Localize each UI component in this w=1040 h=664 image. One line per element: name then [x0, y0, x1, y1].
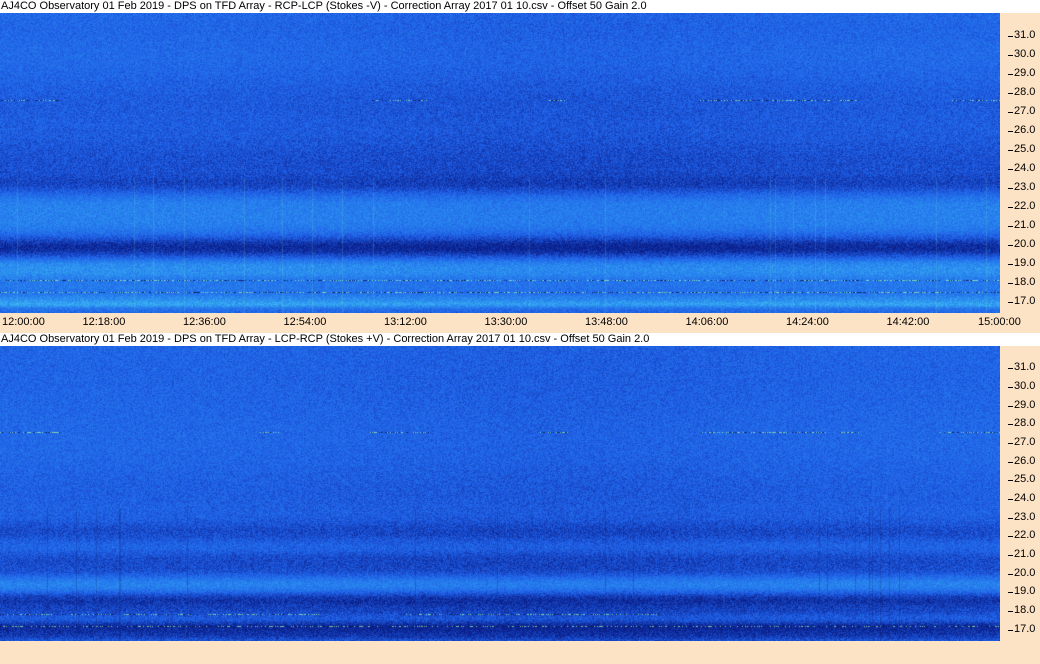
- spectrogram-plot-top: [0, 13, 1000, 313]
- bottom-axis-strip: [0, 641, 1040, 664]
- time-tick-label: 12:18:00: [82, 316, 126, 328]
- frequency-tick-label: 26.0: [1007, 454, 1036, 467]
- spectrogram-heatmap-bottom: [0, 346, 1000, 641]
- frequency-tick-label: 25.0: [1007, 473, 1036, 486]
- frequency-tick-label: 19.0: [1007, 585, 1036, 598]
- spectrogram-title-bottom: AJ4CO Observatory 01 Feb 2019 - DPS on T…: [0, 333, 1001, 346]
- frequency-axis-bottom: 31.0 30.0 29.0 28.0 27.0 26.0 25.0 24.0 23.0 22.0…: [1000, 346, 1040, 641]
- time-tick-label: 14:24:00: [786, 316, 829, 328]
- frequency-tick-label: 25.0: [1007, 142, 1036, 155]
- frequency-tick-label: 21.0: [1007, 218, 1036, 231]
- frequency-tick-label: 17.0: [1007, 294, 1036, 307]
- frequency-tick-label: 23.0: [1007, 180, 1036, 193]
- frequency-tick-label: 20.0: [1007, 566, 1036, 579]
- frequency-tick-label: 21.0: [1007, 548, 1036, 561]
- time-tick-label: 12:36:00: [183, 316, 226, 328]
- time-tick-label: 12:54:00: [283, 316, 327, 328]
- frequency-tick-label: 24.0: [1007, 492, 1036, 505]
- time-tick-label: 13:12:00: [384, 316, 427, 328]
- frequency-tick-label: 31.0: [1007, 361, 1036, 374]
- frequency-tick-label: 27.0: [1007, 436, 1036, 449]
- frequency-tick-label: 28.0: [1007, 85, 1036, 98]
- frequency-tick-label: 22.0: [1007, 529, 1036, 542]
- time-tick-label: 13:48:00: [585, 316, 628, 328]
- frequency-tick-label: 19.0: [1007, 256, 1036, 269]
- frequency-tick-label: 26.0: [1007, 123, 1036, 136]
- frequency-tick-label: 18.0: [1007, 275, 1036, 288]
- frequency-tick-label: 27.0: [1007, 104, 1036, 117]
- spectrogram-title-top: AJ4CO Observatory 01 Feb 2019 - DPS on T…: [0, 0, 1001, 13]
- time-tick-label: 14:06:00: [685, 316, 729, 328]
- frequency-tick-label: 28.0: [1007, 417, 1036, 430]
- frequency-tick-label: 17.0: [1007, 622, 1036, 635]
- time-axis: 12:00:00 12:18:00 12:36:00 12:54:00 13:12:00…: [0, 313, 1040, 333]
- frequency-tick-label: 31.0: [1007, 28, 1036, 41]
- frequency-tick-label: 30.0: [1007, 380, 1036, 393]
- frequency-tick-label: 24.0: [1007, 161, 1036, 174]
- frequency-tick-label: 23.0: [1007, 510, 1036, 523]
- frequency-tick-label: 29.0: [1007, 66, 1036, 79]
- time-tick-label: 13:30:00: [484, 316, 528, 328]
- frequency-tick-label: 30.0: [1007, 47, 1036, 60]
- frequency-axis-top: 31.0 30.0 29.0 28.0 27.0 26.0 25.0 24.0 23.0 22.0…: [1000, 13, 1040, 313]
- frequency-tick-label: 29.0: [1007, 398, 1036, 411]
- frequency-tick-label: 20.0: [1007, 237, 1036, 250]
- time-tick-label: 15:00:00: [978, 316, 1021, 328]
- spectrogram-heatmap-top: [0, 13, 1000, 313]
- time-tick-label: 14:42:00: [886, 316, 930, 328]
- frequency-tick-label: 22.0: [1007, 199, 1036, 212]
- time-tick-label: 12:00:00: [2, 316, 45, 328]
- frequency-tick-label: 18.0: [1007, 604, 1036, 617]
- spectrogram-plot-bottom: [0, 346, 1000, 641]
